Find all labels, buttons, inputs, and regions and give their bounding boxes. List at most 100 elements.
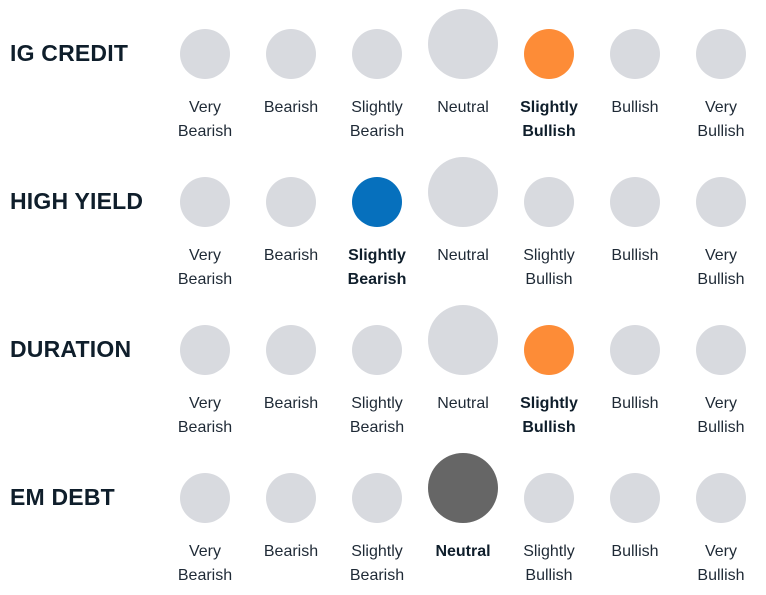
scale-label-line: Bearish bbox=[177, 123, 233, 140]
scale-label: Neutral bbox=[420, 96, 506, 120]
scale-marker bbox=[610, 473, 660, 523]
scale-label: Slightly Bearish bbox=[334, 540, 420, 588]
scale-cell: Neutral bbox=[420, 296, 506, 444]
scale-marker bbox=[524, 177, 574, 227]
scale-cell: Very Bullish bbox=[678, 148, 764, 296]
scale-marker bbox=[696, 177, 746, 227]
scale-cell: Very Bearish bbox=[162, 0, 248, 148]
scale-label-line: Slightly bbox=[348, 247, 406, 264]
scale-label-line: Slightly bbox=[520, 99, 578, 116]
scale-label-line: Bullish bbox=[611, 395, 659, 412]
row-label: HIGH YIELD bbox=[10, 188, 144, 214]
scale-label-line: Bearish bbox=[263, 99, 319, 116]
scale-label: Very Bearish bbox=[162, 540, 248, 588]
scale-label-line: Very bbox=[704, 247, 737, 264]
scale-cell: Bearish bbox=[248, 444, 334, 592]
scale-label-line: Bearish bbox=[347, 271, 407, 288]
scale-cell: Slightly Bearish bbox=[334, 148, 420, 296]
scale-label-line: Very bbox=[188, 395, 221, 412]
scale-marker bbox=[266, 325, 316, 375]
scale-label: Very Bullish bbox=[678, 540, 764, 588]
scale-label-line: Bearish bbox=[177, 567, 233, 584]
scale-label-line: Bullish bbox=[522, 419, 576, 436]
scale-label: Bearish bbox=[248, 244, 334, 268]
scale-label: Very Bullish bbox=[678, 244, 764, 292]
sentiment-row: DURATION Very Bearish Bearish Slightly Bearis… bbox=[0, 296, 766, 444]
scale-marker bbox=[610, 177, 660, 227]
scale-label: Neutral bbox=[420, 540, 506, 564]
scale-label-line: Bearish bbox=[177, 271, 233, 288]
scale-label-line: Bullish bbox=[697, 419, 745, 436]
scale-label: Bullish bbox=[592, 540, 678, 564]
scale-label: Very Bullish bbox=[678, 392, 764, 440]
scale-label-line: Very bbox=[704, 395, 737, 412]
scale-label-line: Bearish bbox=[349, 419, 405, 436]
scale-cell: Slightly Bullish bbox=[506, 444, 592, 592]
scale-marker bbox=[180, 177, 230, 227]
scale-label-line: Very bbox=[704, 543, 737, 560]
selected-marker bbox=[524, 325, 574, 375]
scale-label-line: Bullish bbox=[611, 99, 659, 116]
scale-cell: Slightly Bullish bbox=[506, 296, 592, 444]
scale-cell: Slightly Bearish bbox=[334, 0, 420, 148]
scale-label-line: Bullish bbox=[697, 567, 745, 584]
scale-label: Neutral bbox=[420, 244, 506, 268]
scale-cell: Very Bullish bbox=[678, 296, 764, 444]
scale-label-line: Slightly bbox=[351, 543, 403, 560]
scale-cell: Bearish bbox=[248, 148, 334, 296]
scale-cell: Neutral bbox=[420, 0, 506, 148]
scale-marker bbox=[352, 473, 402, 523]
scale-marker bbox=[266, 473, 316, 523]
scale-label-line: Bullish bbox=[697, 123, 745, 140]
scale-label-line: Very bbox=[188, 247, 221, 264]
scale-label-line: Bearish bbox=[263, 543, 319, 560]
scale-label-line: Bullish bbox=[611, 543, 659, 560]
scale-cell: Very Bullish bbox=[678, 0, 764, 148]
scale-cell: Slightly Bearish bbox=[334, 444, 420, 592]
scale-label-line: Very bbox=[704, 99, 737, 116]
scale-label-line: Bullish bbox=[611, 247, 659, 264]
scale-label: Bullish bbox=[592, 244, 678, 268]
scale-cell: Neutral bbox=[420, 444, 506, 592]
scale-cell: Bullish bbox=[592, 148, 678, 296]
scale-marker bbox=[610, 29, 660, 79]
scale-label: Slightly Bearish bbox=[334, 244, 420, 292]
scale-cell: Neutral bbox=[420, 148, 506, 296]
row-label: DURATION bbox=[10, 336, 132, 362]
scale-cell: Slightly Bullish bbox=[506, 148, 592, 296]
scale-label-line: Bullish bbox=[697, 271, 745, 288]
scale-label: Bearish bbox=[248, 540, 334, 564]
scale-cell: Bullish bbox=[592, 296, 678, 444]
scale-cell: Bullish bbox=[592, 0, 678, 148]
scale-cell: Bearish bbox=[248, 0, 334, 148]
scale-label-line: Neutral bbox=[437, 247, 489, 264]
scale-cell: Very Bearish bbox=[162, 296, 248, 444]
scale-marker bbox=[180, 325, 230, 375]
scale-label: Neutral bbox=[420, 392, 506, 416]
scale-label: Slightly Bullish bbox=[506, 96, 592, 144]
scale-label-line: Very bbox=[188, 543, 221, 560]
scale-label: Slightly Bearish bbox=[334, 392, 420, 440]
scale-cell: Bearish bbox=[248, 296, 334, 444]
scale-marker bbox=[428, 157, 498, 227]
scale-label-line: Neutral bbox=[435, 543, 491, 560]
scale-label-line: Bullish bbox=[525, 271, 573, 288]
scale-label: Very Bearish bbox=[162, 96, 248, 144]
scale-label-line: Slightly bbox=[523, 247, 575, 264]
scale-marker bbox=[610, 325, 660, 375]
sentiment-row: HIGH YIELD Very Bearish Bearish Slightly Bear… bbox=[0, 148, 766, 296]
scale-label-line: Bearish bbox=[177, 419, 233, 436]
scale-label-line: Neutral bbox=[437, 99, 489, 116]
scale-cell: Very Bullish bbox=[678, 444, 764, 592]
selected-marker bbox=[524, 29, 574, 79]
scale-label-line: Neutral bbox=[437, 395, 489, 412]
selected-marker bbox=[352, 177, 402, 227]
scale-label: Slightly Bullish bbox=[506, 392, 592, 440]
scale-label-line: Bearish bbox=[349, 123, 405, 140]
scale-label-line: Slightly bbox=[523, 543, 575, 560]
scale-marker bbox=[524, 473, 574, 523]
selected-marker bbox=[428, 453, 498, 523]
scale-label: Slightly Bullish bbox=[506, 244, 592, 292]
scale-label-line: Slightly bbox=[520, 395, 578, 412]
scale-marker bbox=[428, 9, 498, 79]
